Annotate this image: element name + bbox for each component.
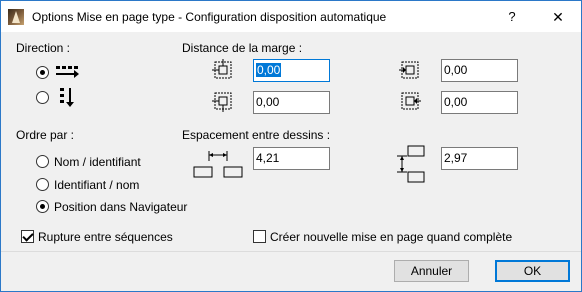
horizontal-spacing-icon xyxy=(193,151,243,178)
order-id-radio[interactable] xyxy=(36,178,49,191)
margin-bottom-right-icon xyxy=(401,92,421,110)
direction-label: Direction : xyxy=(16,41,71,55)
new-layout-label[interactable]: Créer nouvelle mise en page quand complè… xyxy=(270,230,512,244)
ok-button[interactable]: OK xyxy=(495,260,570,282)
footer-separator xyxy=(1,251,581,252)
margin-label: Distance de la marge : xyxy=(182,41,303,55)
close-button[interactable]: ✕ xyxy=(535,5,581,29)
spacing-label: Espacement entre dessins : xyxy=(182,128,331,142)
break-sequences-label[interactable]: Rupture entre séquences xyxy=(38,230,173,244)
margin-top-left-input[interactable]: 0,00 xyxy=(253,59,330,82)
direction-vertical-radio[interactable] xyxy=(36,91,49,104)
cancel-button[interactable]: Annuler xyxy=(394,260,469,282)
margin-top-right-input[interactable]: 0,00 xyxy=(441,59,518,82)
window-title: Options Mise en page type - Configuratio… xyxy=(32,10,387,24)
direction-horizontal-radio[interactable] xyxy=(36,66,49,79)
order-name-radio[interactable] xyxy=(36,155,49,168)
order-navigator-radio[interactable] xyxy=(36,200,49,213)
dialog-window: Options Mise en page type - Configuratio… xyxy=(0,0,582,292)
horizontal-spacing-input[interactable]: 4,21 xyxy=(253,147,330,170)
dialog-body: Direction : Distance de la marge : 0,00 xyxy=(1,32,581,291)
vertical-spacing-input[interactable]: 2,97 xyxy=(441,147,518,170)
horizontal-arrange-icon xyxy=(56,66,79,78)
margin-top-left-icon xyxy=(212,59,232,79)
margin-bottom-left-input[interactable]: 0,00 xyxy=(253,91,330,114)
title-bar[interactable]: Options Mise en page type - Configuratio… xyxy=(1,1,581,32)
new-layout-checkbox[interactable] xyxy=(253,230,266,243)
vertical-spacing-icon xyxy=(397,145,425,183)
order-label: Ordre par : xyxy=(16,128,75,142)
order-navigator-label[interactable]: Position dans Navigateur xyxy=(54,200,187,214)
archicad-app-icon xyxy=(8,9,24,25)
vertical-arrange-icon xyxy=(60,88,74,107)
help-button[interactable]: ? xyxy=(489,5,535,29)
break-sequences-checkbox[interactable] xyxy=(21,230,34,243)
margin-bottom-left-icon xyxy=(212,92,232,112)
margin-bottom-right-input[interactable]: 0,00 xyxy=(441,91,518,114)
order-name-label[interactable]: Nom / identifiant xyxy=(54,155,141,169)
order-id-label[interactable]: Identifiant / nom xyxy=(54,178,139,192)
margin-top-right-icon xyxy=(399,61,419,79)
